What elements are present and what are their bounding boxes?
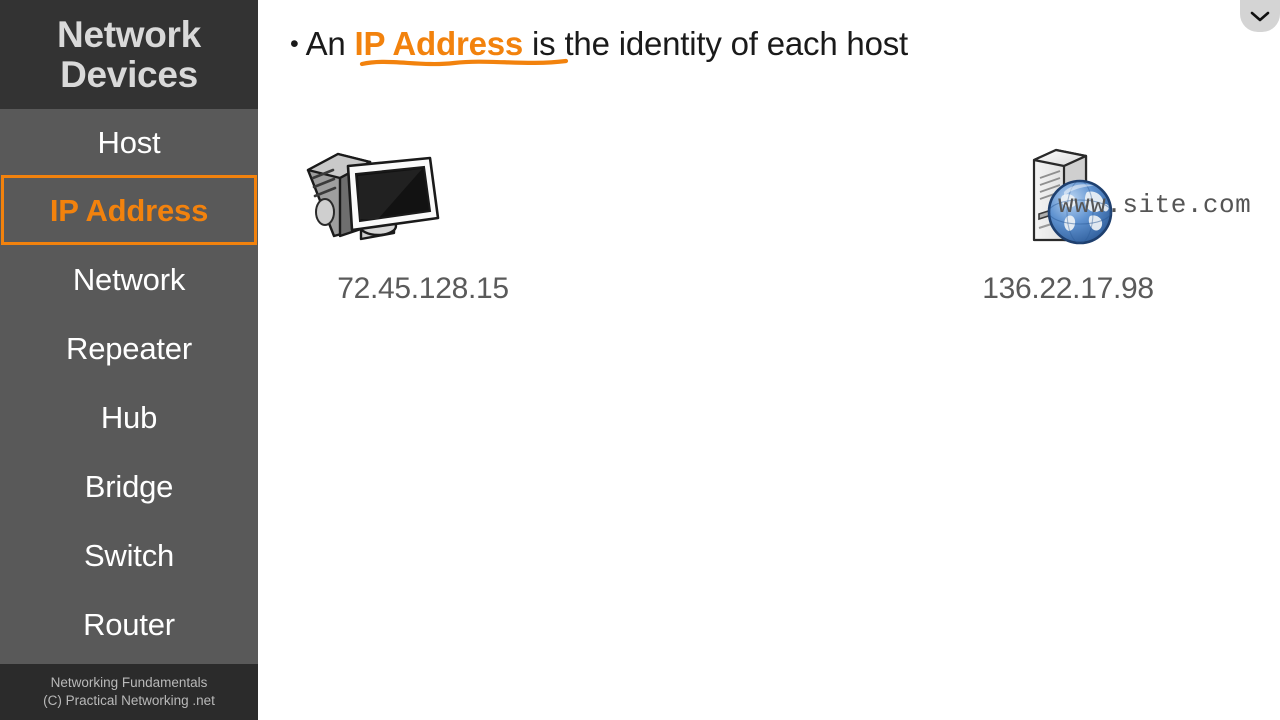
sidebar: Network Devices Host IP Address Network …: [0, 0, 258, 720]
keyword-underline-annotation: [359, 58, 569, 67]
sidebar-nav: Host IP Address Network Repeater Hub Bri…: [0, 109, 258, 664]
chevron-down-button[interactable]: [1240, 0, 1280, 32]
server-url-label: www.site.com: [1058, 190, 1252, 220]
sidebar-item-label: IP Address: [49, 193, 209, 228]
chevron-down-icon: [1250, 10, 1270, 23]
sidebar-item-hub[interactable]: Hub: [0, 384, 258, 452]
sidebar-title-line-1: Network: [57, 14, 201, 55]
desktop-computer-icon: [278, 140, 568, 250]
main-content: • An IP Address is the identity of each h…: [258, 0, 1280, 720]
sidebar-item-bridge[interactable]: Bridge: [0, 453, 258, 521]
sidebar-item-label: Bridge: [84, 469, 174, 504]
host-ip-label: 72.45.128.15: [337, 272, 509, 305]
sidebar-item-label: Network: [72, 262, 186, 297]
footer-copyright: (C) Practical Networking .net: [43, 693, 215, 708]
sidebar-item-label: Hub: [100, 400, 158, 435]
sidebar-item-ip-address[interactable]: IP Address: [0, 177, 258, 245]
sidebar-title-line-2: Devices: [60, 54, 198, 95]
device-host-block: 72.45.128.15: [278, 140, 568, 306]
sidebar-item-router[interactable]: Router: [0, 591, 258, 659]
sidebar-item-label: Host: [97, 125, 161, 160]
bullet-text-before: An: [305, 25, 355, 62]
sidebar-item-label: Router: [83, 607, 175, 642]
sidebar-item-repeater[interactable]: Repeater: [0, 315, 258, 383]
sidebar-item-network[interactable]: Network: [0, 246, 258, 314]
sidebar-item-label: Switch: [83, 538, 175, 573]
sidebar-item-label: Repeater: [66, 331, 192, 366]
sidebar-title: Network Devices: [0, 0, 258, 109]
sidebar-footer: Networking Fundamentals (C) Practical Ne…: [0, 664, 258, 720]
slide-canvas: Network Devices Host IP Address Network …: [0, 0, 1280, 720]
bullet-marker-icon: •: [290, 30, 299, 58]
server-ip-label: 136.22.17.98: [982, 272, 1154, 305]
sidebar-item-switch[interactable]: Switch: [0, 522, 258, 590]
device-server-block: 136.22.17.98: [918, 140, 1218, 306]
sidebar-item-host[interactable]: Host: [0, 109, 258, 177]
footer-course-title: Networking Fundamentals: [50, 674, 208, 690]
